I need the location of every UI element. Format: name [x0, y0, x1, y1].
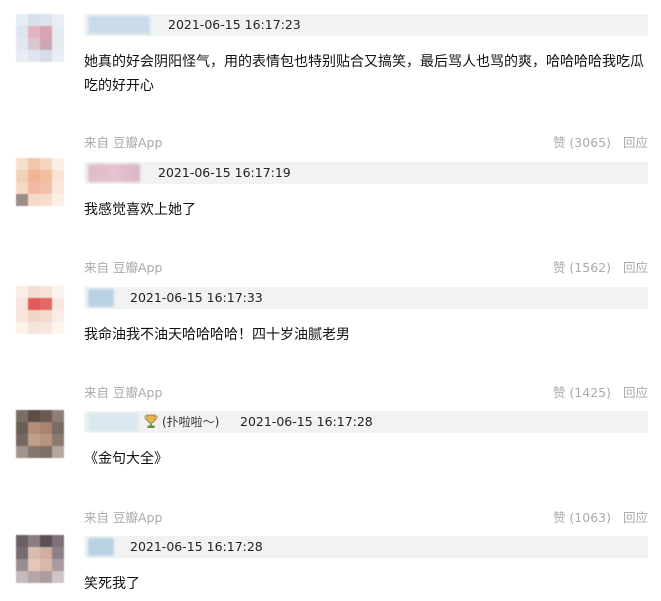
comment-actions: 赞 (1562) 回应 [553, 260, 648, 276]
comment-text: 笑死我了 [84, 576, 140, 592]
avatar[interactable] [16, 14, 64, 62]
avatar[interactable] [16, 535, 64, 583]
reply-button[interactable]: 回应 [623, 135, 648, 150]
comment-header: 2021-06-15 16:17:33 [84, 287, 648, 309]
comment-actions: 赞 (1063) 回应 [553, 510, 648, 526]
comment-text: 我感觉喜欢上她了 [84, 202, 196, 218]
username-redacted[interactable] [88, 289, 114, 307]
comment-timestamp: 2021-06-15 16:17:23 [168, 17, 301, 32]
avatar[interactable] [16, 158, 64, 206]
comment-meta: 来自 豆瓣App 赞 (1562) 回应 [84, 260, 648, 276]
like-button[interactable]: 赞 (1063) [553, 510, 611, 525]
comment-text: 她真的好会阴阳怪气，用的表情包也特别贴合又搞笑，最后骂人也骂的爽，哈哈哈哈我吃瓜… [84, 54, 644, 94]
comment-meta: 来自 豆瓣App 赞 (3065) 回应 [84, 135, 648, 151]
reply-button[interactable]: 回应 [623, 510, 648, 525]
comment-timestamp: 2021-06-15 16:17:28 [240, 414, 373, 429]
user-badge-label: (扑啦啦～) [162, 415, 220, 429]
reply-button[interactable]: 回应 [623, 260, 648, 275]
comment-source: 来自 豆瓣App [84, 385, 163, 400]
comment-meta: 来自 豆瓣App 赞 (1425) 回应 [84, 385, 648, 401]
comment-header: 2021-06-15 16:17:19 [84, 162, 648, 184]
comment-source: 来自 豆瓣App [84, 135, 163, 150]
like-button[interactable]: 赞 (3065) [553, 135, 611, 150]
comment-header: 2021-06-15 16:17:28 [84, 536, 648, 558]
username-redacted[interactable] [88, 164, 140, 182]
comment-timestamp: 2021-06-15 16:17:33 [130, 290, 263, 305]
trophy-badge-icon [144, 414, 158, 428]
comment-header: (扑啦啦～) 2021-06-15 16:17:28 [84, 411, 648, 433]
reply-button[interactable]: 回应 [623, 385, 648, 400]
like-button[interactable]: 赞 (1425) [553, 385, 611, 400]
comment-text: 我命油我不油天哈哈哈哈！四十岁油腻老男 [84, 327, 350, 343]
comment-header: 2021-06-15 16:17:23 [84, 14, 648, 36]
avatar[interactable] [16, 410, 64, 458]
like-button[interactable]: 赞 (1562) [553, 260, 611, 275]
comment-meta: 来自 豆瓣App 赞 (1063) 回应 [84, 510, 648, 526]
avatar[interactable] [16, 286, 64, 334]
comment-text: 《金句大全》 [84, 451, 168, 467]
username-redacted[interactable] [88, 538, 114, 556]
comment-actions: 赞 (3065) 回应 [553, 135, 648, 151]
comment-actions: 赞 (1425) 回应 [553, 385, 648, 401]
comment-timestamp: 2021-06-15 16:17:28 [130, 539, 263, 554]
comment-source: 来自 豆瓣App [84, 510, 163, 525]
comment-timestamp: 2021-06-15 16:17:19 [158, 165, 291, 180]
username-redacted[interactable] [88, 413, 138, 431]
comment-source: 来自 豆瓣App [84, 260, 163, 275]
username-redacted[interactable] [88, 16, 150, 34]
